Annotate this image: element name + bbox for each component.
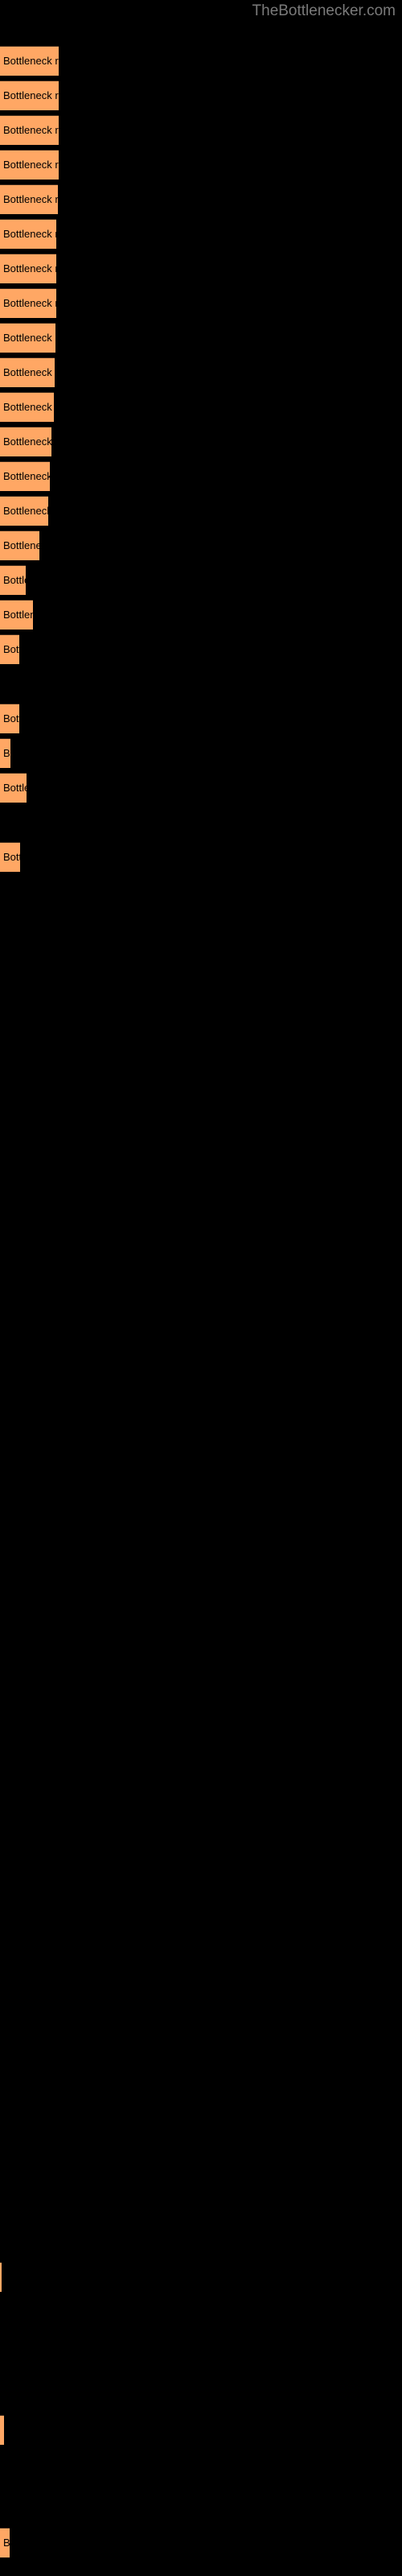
bar-label: Bottleneck result xyxy=(3,851,20,863)
bar-row: Bottleneck result xyxy=(0,184,402,214)
bar-label: Bottleneck result xyxy=(3,297,56,309)
bar[interactable]: Bottleneck result xyxy=(0,80,59,110)
bar-row: Bottleneck result xyxy=(0,2528,402,2557)
bar-row: Bottleneck result xyxy=(0,288,402,318)
bar-label: Bottleneck result xyxy=(3,2423,4,2437)
bottleneck-bar-chart: Bottleneck result Bottleneck result Bottle… xyxy=(0,0,402,2576)
bar[interactable]: Bottleneck result xyxy=(0,254,56,283)
bar-row: Bottleneck result xyxy=(0,2262,402,2292)
bar-row: Bottleneck result xyxy=(0,704,402,733)
bar-row: Bottleneck result xyxy=(0,2415,402,2445)
bar-row: Bottleneck result xyxy=(0,807,402,837)
bar[interactable]: Bottleneck result xyxy=(0,427,51,456)
bar-label: Bottleneck result xyxy=(3,55,59,67)
bar-row: Bottleneck result xyxy=(0,357,402,387)
bar[interactable]: Bottleneck result xyxy=(0,323,55,353)
bar[interactable]: Bottleneck result xyxy=(0,219,56,249)
bar-label: Bottleneck result xyxy=(3,712,19,724)
bar-row: Bottleneck result xyxy=(0,46,402,76)
bar[interactable]: Bottleneck result xyxy=(0,2528,10,2557)
bar[interactable]: Bottleneck result xyxy=(0,600,33,630)
bar-label: Bottleneck result xyxy=(3,401,54,413)
bar-row: Bottleneck result xyxy=(0,842,402,872)
bar[interactable]: Bottleneck result xyxy=(0,530,39,560)
bar-row: Bottleneck result xyxy=(0,150,402,180)
bar-row: Bottleneck result xyxy=(0,115,402,145)
bar-label: Bottleneck result xyxy=(3,643,19,655)
bar-label: Bottleneck result xyxy=(3,574,26,586)
bar-label: Bottleneck result xyxy=(3,747,10,759)
bar[interactable]: Bottleneck result xyxy=(0,357,55,387)
bar-label: Bottleneck result xyxy=(3,193,58,205)
bar-label: Bottleneck result xyxy=(3,470,50,482)
bar-label: Bottleneck result xyxy=(3,436,51,448)
bar-label: Bottleneck result xyxy=(3,609,33,621)
bar[interactable]: Bottleneck result xyxy=(0,2262,2,2292)
bar[interactable]: Bottleneck result xyxy=(0,704,19,733)
bar[interactable]: Bottleneck result xyxy=(0,738,10,768)
bar[interactable]: Bottleneck result xyxy=(0,115,59,145)
bar-row: Bottleneck result xyxy=(0,738,402,768)
bar[interactable]: Bottleneck result xyxy=(0,184,58,214)
bar-label: Bottleneck result xyxy=(3,505,48,517)
bar[interactable]: Bottleneck result xyxy=(0,46,59,76)
bar[interactable]: Bottleneck result xyxy=(0,461,50,491)
bar-row: Bottleneck result xyxy=(0,427,402,456)
bar[interactable]: Bottleneck result xyxy=(0,2415,4,2445)
bar[interactable]: Bottleneck result xyxy=(0,496,48,526)
bar-row: Bottleneck result xyxy=(0,565,402,595)
bar-label: Bottleneck result xyxy=(3,89,59,101)
bar-row: Bottleneck result xyxy=(0,219,402,249)
bar-row: Bottleneck result xyxy=(0,600,402,630)
bar-row: Bottleneck result xyxy=(0,323,402,353)
page-root: TheBottlenecker.com Bottleneck resultBot… xyxy=(0,0,402,2576)
bar-label: Bottleneck result xyxy=(3,2537,10,2549)
bar-label: Bottleneck result xyxy=(3,159,59,171)
bar[interactable]: Bottleneck result xyxy=(0,392,54,422)
bar-label: Bottleneck result xyxy=(3,366,55,378)
bar-label: Bottleneck result xyxy=(3,262,56,275)
bar-row: Bottleneck result xyxy=(0,669,402,699)
bar-row: Bottleneck result xyxy=(0,773,402,803)
bar[interactable]: Bottleneck result xyxy=(0,150,59,180)
bar-label: Bottleneck result xyxy=(3,782,27,794)
bar-row: Bottleneck result xyxy=(0,254,402,283)
bar-label: Bottleneck result xyxy=(3,124,59,136)
bar[interactable]: Bottleneck result xyxy=(0,288,56,318)
bar-label: Bottleneck result xyxy=(3,332,55,344)
bar-row: Bottleneck result xyxy=(0,634,402,664)
bar-row: Bottleneck result xyxy=(0,530,402,560)
bar-row: Bottleneck result xyxy=(0,80,402,110)
bar-label: Bottleneck result xyxy=(3,539,39,551)
bar[interactable]: Bottleneck result xyxy=(0,634,19,664)
bar-row: Bottleneck result xyxy=(0,461,402,491)
bar[interactable]: Bottleneck result xyxy=(0,773,27,803)
bar-label: Bottleneck result xyxy=(3,228,56,240)
bar-row: Bottleneck result xyxy=(0,392,402,422)
bar[interactable]: Bottleneck result xyxy=(0,842,20,872)
bar-row: Bottleneck result xyxy=(0,496,402,526)
bar[interactable]: Bottleneck result xyxy=(0,565,26,595)
